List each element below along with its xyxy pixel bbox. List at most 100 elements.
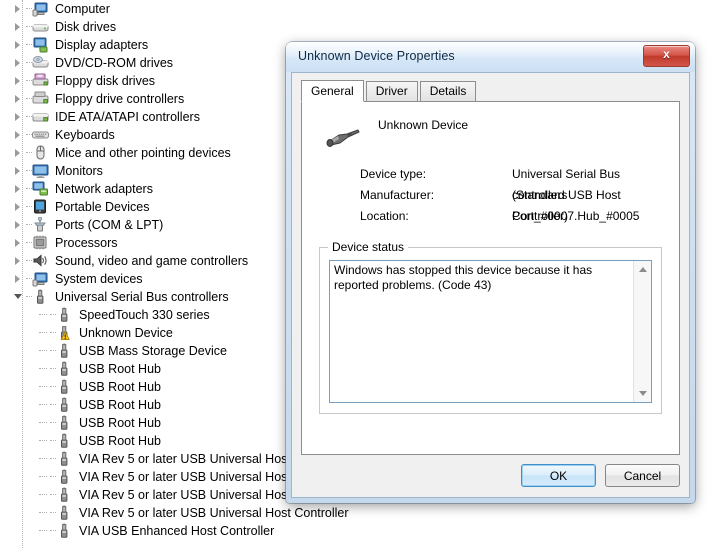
tree-item-label: System devices [55, 272, 143, 286]
tree-item-label: SpeedTouch 330 series [79, 308, 210, 322]
mouse-icon [32, 145, 50, 161]
device-field-label: Location: [360, 209, 409, 223]
device-field-value: Port_#0007.Hub_#0005 [512, 209, 640, 223]
status-scrollbar[interactable] [633, 261, 651, 402]
usb-icon [56, 415, 74, 431]
tree-branch-icon [36, 450, 50, 468]
tree-item-label: Floppy disk drives [55, 74, 156, 88]
expand-arrow-icon[interactable] [12, 252, 26, 270]
tree-item-label: DVD/CD-ROM drives [55, 56, 174, 70]
tree-item-label: USB Root Hub [79, 398, 161, 412]
tab-label: Driver [375, 84, 408, 98]
scroll-down-icon[interactable] [634, 385, 651, 402]
tree-item-via-rev-5-or-later-usb-universal-host-controller[interactable]: VIA Rev 5 or later USB Universal Host Co… [0, 504, 709, 522]
device-header: Unknown Device [316, 116, 665, 156]
device-status-text: Windows has stopped this device because … [334, 263, 593, 292]
expand-arrow-icon[interactable] [12, 180, 26, 198]
usb-icon [56, 523, 74, 539]
usb-icon [56, 451, 74, 467]
tree-branch-icon [36, 324, 50, 342]
tree-branch-icon [36, 468, 50, 486]
tree-item-label: Sound, video and game controllers [55, 254, 249, 268]
tree-item-label: Floppy drive controllers [55, 92, 185, 106]
collapse-arrow-icon[interactable] [12, 288, 26, 306]
system-device-icon [32, 271, 50, 287]
device-status-textbox[interactable]: Windows has stopped this device because … [329, 260, 652, 403]
expand-arrow-icon[interactable] [12, 72, 26, 90]
tree-item-label: Keyboards [55, 128, 115, 142]
tree-item-label: IDE ATA/ATAPI controllers [55, 110, 200, 124]
tree-item-disk-drives[interactable]: Disk drives [0, 18, 709, 36]
tree-branch-icon [36, 522, 50, 540]
cancel-button[interactable]: Cancel [605, 464, 680, 487]
usb-icon [56, 469, 74, 485]
display-adapter-icon [32, 37, 50, 53]
tree-branch-icon [36, 342, 50, 360]
floppy-disk-icon [32, 73, 50, 89]
usb-icon [56, 307, 74, 323]
device-field-label: Device type: [360, 167, 427, 181]
tree-item-computer[interactable]: Computer [0, 0, 709, 18]
expand-arrow-icon[interactable] [12, 198, 26, 216]
tab-label: Details [429, 84, 467, 98]
tree-item-label: Portable Devices [55, 200, 150, 214]
expand-arrow-icon[interactable] [12, 18, 26, 36]
computer-icon [32, 1, 50, 17]
processor-icon [32, 235, 50, 251]
tree-item-label: Network adapters [55, 182, 153, 196]
keyboard-icon [32, 127, 50, 143]
expand-arrow-icon[interactable] [12, 90, 26, 108]
expand-arrow-icon[interactable] [12, 126, 26, 144]
expand-arrow-icon[interactable] [12, 54, 26, 72]
unknown-device-properties-dialog: Unknown Device Properties x General Drive… [286, 42, 695, 503]
tab-label: General [311, 84, 354, 98]
tab-driver[interactable]: Driver [365, 81, 418, 101]
dialog-body: General Driver Details Unknown Device Devi… [291, 72, 690, 498]
port-icon [32, 217, 50, 233]
device-status-group: Device status Windows has stopped this d… [319, 240, 662, 414]
device-name-label: Unknown Device [378, 118, 469, 132]
expand-arrow-icon[interactable] [12, 0, 26, 18]
tree-branch-icon [36, 414, 50, 432]
expand-arrow-icon[interactable] [12, 36, 26, 54]
tree-item-label: USB Root Hub [79, 362, 161, 376]
dialog-title: Unknown Device Properties [298, 49, 455, 63]
device-field-row: Location: Port_#0007.Hub_#0005 [360, 206, 665, 227]
device-field-row: Device type: Universal Serial Bus control… [360, 164, 665, 202]
tree-item-label: USB Mass Storage Device [79, 344, 227, 358]
close-icon-glyph: x [663, 47, 670, 61]
sound-icon [32, 253, 50, 269]
tab-details[interactable]: Details [419, 81, 477, 101]
ide-controller-icon [32, 109, 50, 125]
expand-arrow-icon[interactable] [12, 162, 26, 180]
scroll-up-icon[interactable] [634, 261, 651, 278]
expand-arrow-icon[interactable] [12, 108, 26, 126]
tree-item-label: VIA Rev 5 or later USB Universal Host Co… [79, 506, 349, 520]
usb-icon [56, 397, 74, 413]
tree-branch-icon [36, 504, 50, 522]
tree-branch-icon [36, 360, 50, 378]
portable-device-icon [32, 199, 50, 215]
usb-plug-icon [325, 126, 361, 152]
tree-item-label: Mice and other pointing devices [55, 146, 231, 160]
dialog-button-bar: OK Cancel [521, 464, 680, 487]
expand-arrow-icon[interactable] [12, 144, 26, 162]
expand-arrow-icon[interactable] [12, 234, 26, 252]
tree-item-label: USB Root Hub [79, 416, 161, 430]
tree-item-label: Disk drives [55, 20, 117, 34]
tab-general[interactable]: General [301, 80, 364, 102]
tree-branch-icon [36, 306, 50, 324]
tree-item-label: Monitors [55, 164, 103, 178]
network-adapter-icon [32, 181, 50, 197]
dialog-title-bar[interactable]: Unknown Device Properties x [286, 42, 695, 72]
dvd-drive-icon [32, 55, 50, 71]
tree-item-label: USB Root Hub [79, 380, 161, 394]
usb-icon [32, 289, 50, 305]
close-icon[interactable]: x [643, 45, 690, 67]
ok-button[interactable]: OK [521, 464, 596, 487]
expand-arrow-icon[interactable] [12, 216, 26, 234]
tree-item-via-usb-enhanced-host-controller[interactable]: VIA USB Enhanced Host Controller [0, 522, 709, 540]
expand-arrow-icon[interactable] [12, 270, 26, 288]
tree-item-label: USB Root Hub [79, 434, 161, 448]
device-fields-list: Device type: Universal Serial Bus control… [360, 164, 665, 227]
